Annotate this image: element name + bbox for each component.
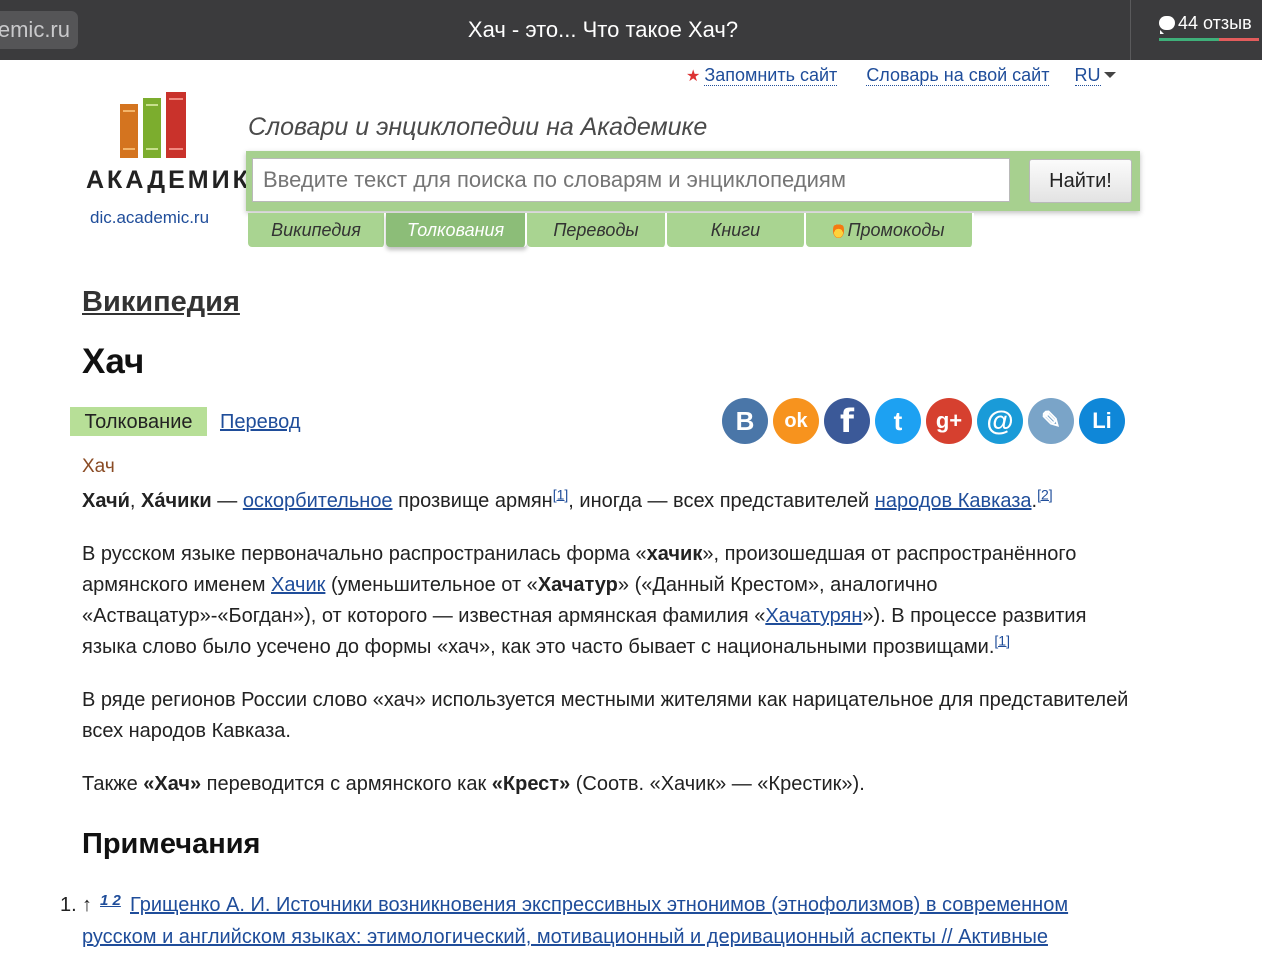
paragraph-3: В ряде регионов России слово «хач» испол… — [82, 689, 1129, 742]
note-reference-line-2[interactable]: русском и английском языках: этимологиче… — [60, 921, 1140, 953]
section-link-wikipedia[interactable]: Википедия — [82, 286, 240, 319]
mail-share-icon[interactable]: @ — [977, 398, 1023, 444]
footnote-ref-2[interactable]: [2] — [1037, 486, 1053, 502]
chevron-down-icon[interactable] — [1103, 72, 1116, 78]
search-box: Найти! — [246, 151, 1140, 211]
text: (Соотв. «Хачик» — «Крестик»). — [570, 773, 865, 795]
bold-term: Хачатур — [537, 574, 618, 596]
dictionary-tabs: Википедия Толкования Переводы Книги Пром… — [248, 213, 974, 247]
text: , — [129, 490, 141, 512]
search-input[interactable] — [252, 158, 1010, 202]
tab-translation-link[interactable]: Перевод — [220, 411, 301, 434]
notes-list: 1. ↑ 1 2 Грищенко А. И. Источники возник… — [60, 889, 1140, 953]
vk-share-icon[interactable]: B — [722, 398, 768, 444]
bold-term: хачик — [646, 543, 703, 565]
text: , иногда — всех представителей — [568, 490, 875, 512]
term-2: Ха́чики — [141, 490, 212, 512]
link-khachik[interactable]: Хачик — [271, 574, 325, 596]
term-1: Хачи́ — [82, 490, 130, 512]
notes-heading: Примечания — [82, 828, 261, 860]
language-select[interactable]: RU — [1074, 65, 1101, 86]
footnote-ref-1b[interactable]: [1] — [994, 632, 1010, 648]
flame-icon — [833, 222, 845, 238]
logo-text[interactable]: АКАДЕМИК — [86, 166, 251, 195]
rating-bar — [1159, 38, 1259, 41]
article-title: Хач — [82, 342, 145, 381]
google-plus-share-icon[interactable]: g+ — [926, 398, 972, 444]
link-khachaturyan[interactable]: Хачатурян — [765, 605, 862, 627]
link-caucasus-peoples[interactable]: народов Кавказа — [875, 490, 1032, 512]
twitter-share-icon[interactable]: t — [875, 398, 921, 444]
up-arrow-icon[interactable]: ↑ — [82, 889, 92, 921]
reviews-label: 44 отзыв — [1178, 13, 1252, 33]
text: (уменьшительное от « — [325, 574, 538, 596]
books-logo-icon[interactable] — [118, 90, 190, 160]
share-buttons: B ok f t g+ @ ✎ Li — [722, 398, 1130, 444]
paragraph-4: Также «Хач» переводится с армянского как… — [82, 769, 1144, 800]
tab-promocodes[interactable]: Промокоды — [806, 213, 974, 247]
site-tagline: Словари и энциклопедии на Академике — [248, 113, 708, 141]
facebook-share-icon[interactable]: f — [824, 398, 870, 444]
text: В русском языке первоначально распростра… — [82, 543, 647, 565]
page-title: Хач - это... Что такое Хач? — [467, 17, 739, 42]
note-backlinks[interactable]: 1 2 — [100, 885, 121, 917]
search-button[interactable]: Найти! — [1029, 159, 1132, 203]
reviews-button[interactable]: 44 отзыв — [1130, 0, 1259, 60]
tab-interpretations[interactable]: Толкования — [386, 213, 527, 247]
tab-books[interactable]: Книги — [667, 213, 806, 247]
tab-promocodes-label: Промокоды — [847, 220, 945, 240]
livejournal-share-icon[interactable]: ✎ — [1028, 398, 1074, 444]
tab-wikipedia[interactable]: Википедия — [248, 213, 386, 247]
article-body: Хачи́, Ха́чики — оскорбительное прозвище… — [82, 486, 1144, 822]
note-reference-line-1[interactable]: Грищенко А. И. Источники возникновения э… — [60, 889, 1140, 921]
link-offensive[interactable]: оскорбительное — [243, 490, 393, 512]
odnoklassniki-share-icon[interactable]: ok — [773, 398, 819, 444]
text: прозвище армян — [392, 490, 553, 512]
tab-translations[interactable]: Переводы — [527, 213, 667, 247]
liveinternet-share-icon[interactable]: Li — [1079, 398, 1125, 444]
text: переводится с армянского как — [201, 773, 492, 795]
bold-term: «Крест» — [491, 773, 571, 795]
text: — — [211, 490, 243, 512]
star-icon: ★ — [686, 68, 701, 85]
tab-interpretation[interactable]: Толкование — [70, 407, 207, 436]
footnote-ref-1[interactable]: [1] — [553, 486, 569, 502]
logo-domain[interactable]: dic.academic.ru — [90, 208, 209, 228]
paragraph-2: В русском языке первоначально распростра… — [82, 539, 1144, 663]
comment-icon — [1159, 16, 1175, 34]
header-links: ★ Запомнить сайт Словарь на свой сайт RU — [686, 65, 1116, 86]
remember-site-link[interactable]: Запомнить сайт — [704, 65, 838, 86]
source-word: Хач — [82, 456, 115, 477]
text: Также — [82, 773, 144, 795]
dictionary-on-site-link[interactable]: Словарь на свой сайт — [866, 65, 1050, 86]
bold-term: «Хач» — [143, 773, 202, 795]
note-number: 1. — [60, 894, 77, 916]
browser-title-bar: emic.ru Хач - это... Что такое Хач? 44 о… — [0, 0, 1262, 60]
paragraph-1: Хачи́, Ха́чики — оскорбительное прозвище… — [82, 486, 1144, 517]
